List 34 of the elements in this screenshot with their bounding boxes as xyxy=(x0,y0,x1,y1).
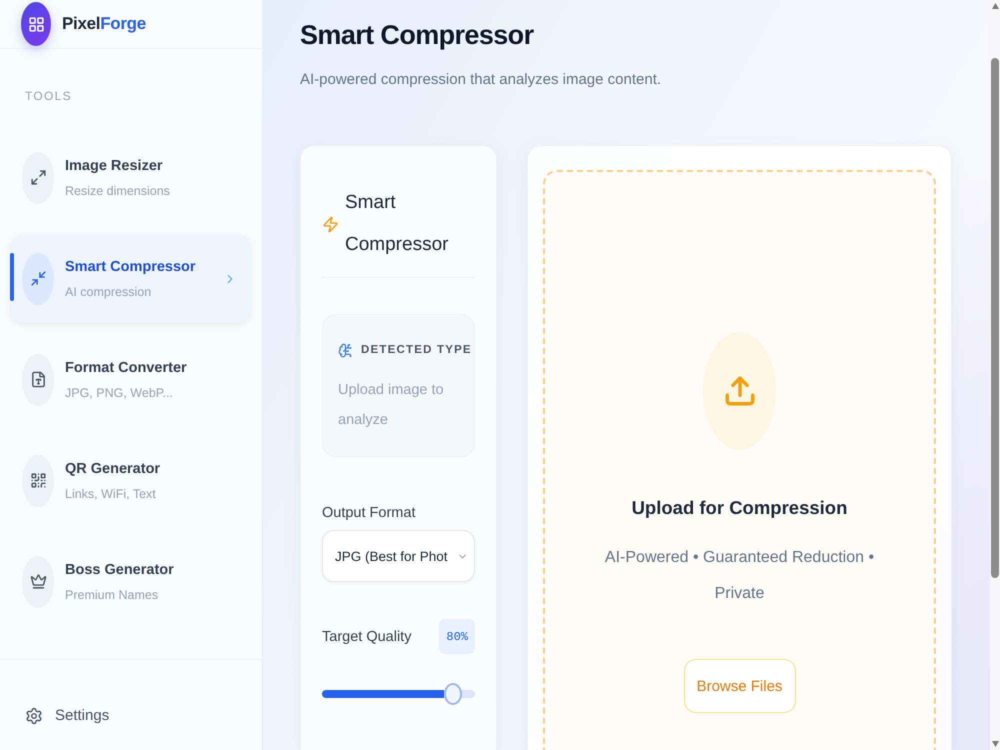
brain-icon xyxy=(338,342,353,358)
quality-reading: 80% xyxy=(439,619,475,654)
lightning-icon xyxy=(322,216,339,232)
settings-icon xyxy=(25,707,43,725)
output-format-select[interactable]: JPG (Best for Phot xyxy=(322,530,475,582)
brand-name: PixelForge xyxy=(62,14,146,34)
target-quality-label: Target Quality xyxy=(322,628,412,646)
scroll-up-arrow-icon[interactable] xyxy=(992,3,998,9)
crown-icon xyxy=(22,556,54,608)
qr-code-icon xyxy=(22,454,54,506)
drop-zone[interactable]: Upload for Compression AI-Powered • Guaranteed Reduction • Private Browse Files xyxy=(543,170,936,750)
sidebar-item[interactable]: Boss Generator Premium Names xyxy=(10,537,251,626)
scrollbar[interactable] xyxy=(990,0,1000,750)
compress-arrows-icon xyxy=(22,252,54,304)
section-label: TOOLS xyxy=(25,88,73,105)
sidebar-item[interactable]: Smart Compressor AI compression xyxy=(10,234,251,323)
upload-subtitle: AI-Powered • Guaranteed Reduction • Private xyxy=(604,548,876,604)
page-title: Smart Compressor xyxy=(300,19,535,52)
sidebar-item[interactable]: Image Resizer Resize dimensions xyxy=(10,133,251,222)
settings-button[interactable]: Settings xyxy=(25,705,110,727)
page-subtitle: AI-powered compression that analyzes image content. xyxy=(300,70,662,90)
file-type-icon xyxy=(22,354,54,406)
detected-type-value: Upload image to analyze xyxy=(338,381,445,430)
selection-bar xyxy=(10,253,14,301)
panel-title: Smart Compressor xyxy=(345,191,450,257)
sidebar-item[interactable]: QR Generator Links, WiFi, Text xyxy=(10,436,251,525)
scrollbar-thumb[interactable] xyxy=(991,58,999,578)
expand-arrows-icon xyxy=(22,152,54,204)
detected-type-label: DETECTED TYPE xyxy=(361,344,472,356)
sidebar-item[interactable]: Format Converter JPG, PNG, WebP... xyxy=(10,335,251,424)
scroll-down-arrow-icon[interactable] xyxy=(992,741,998,747)
output-format-label: Output Format xyxy=(322,504,416,523)
slider-thumb[interactable] xyxy=(444,683,462,705)
upload-title: Upload for Compression xyxy=(632,496,848,520)
